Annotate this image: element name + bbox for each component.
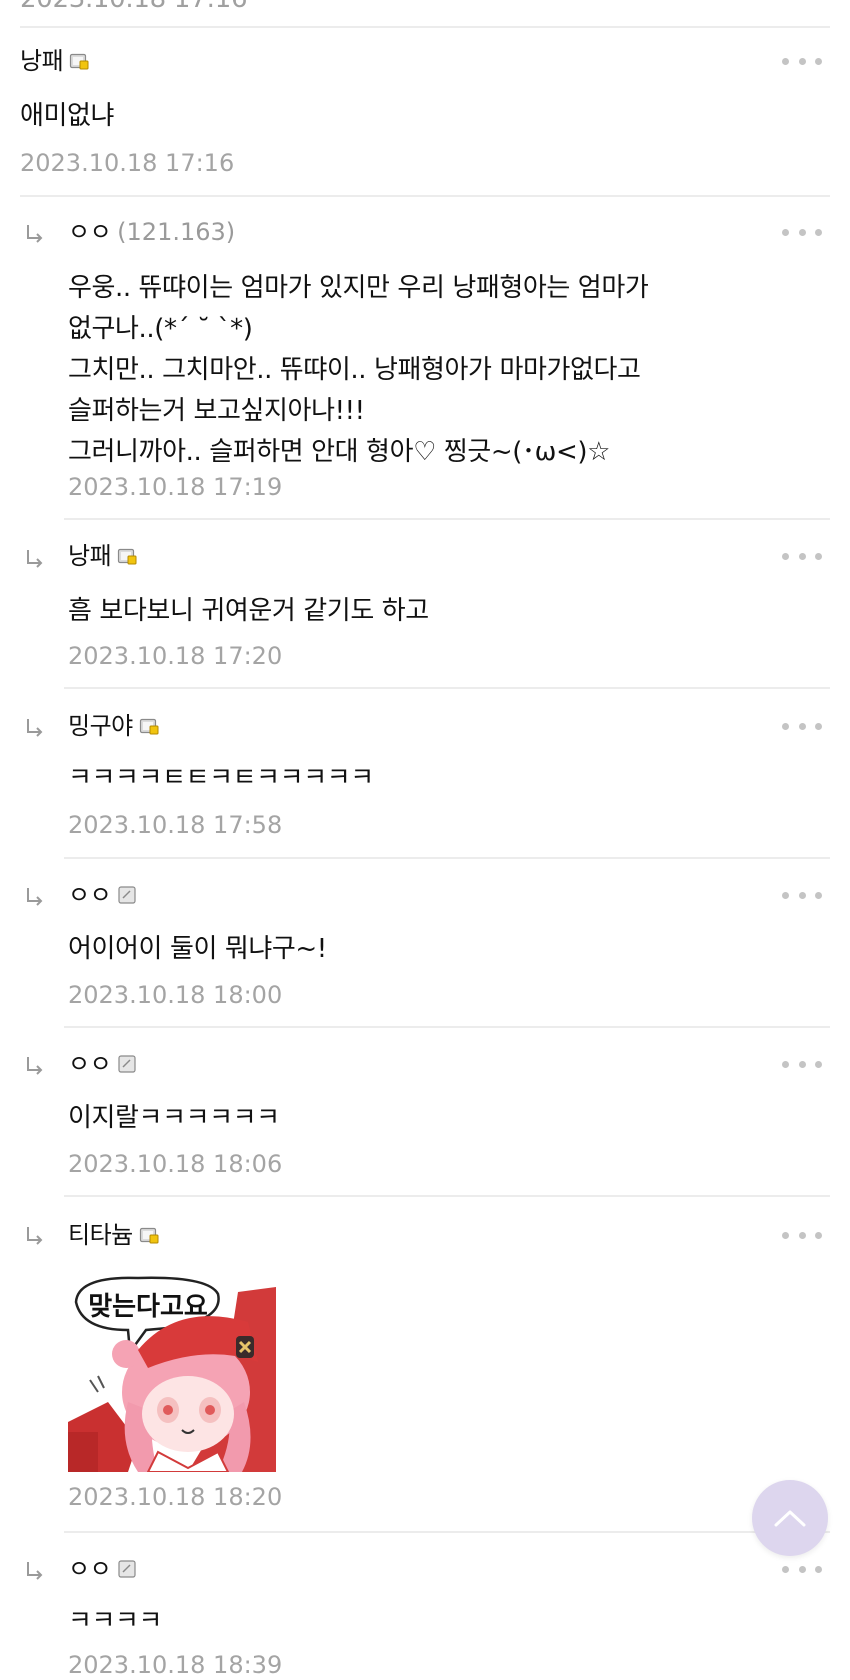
comment-date: 2023.10.18 18:00 [68,981,283,1009]
reply-arrow-icon [27,888,43,906]
more-options-icon[interactable] [782,1563,822,1575]
reply-arrow-icon [27,1562,43,1580]
chevron-up-icon [774,1510,806,1527]
comment-header: 낭패 [20,45,89,77]
comment-text: 어이어이 둘이 뭐냐구~! [68,934,327,964]
comment-header: 밍구야 [68,710,159,742]
previous-comment-date: 2023.10.18 17:16 [20,0,248,14]
fixed-nick-badge-icon [118,1560,136,1578]
manager-badge-icon [70,53,89,70]
divider [64,518,830,520]
reply-arrow-icon [27,225,43,243]
divider [20,195,830,197]
anime-girl-sticker[interactable]: 맞는다고요 [68,1272,276,1472]
reply-arrow-icon [27,1227,43,1245]
fixed-nick-badge-icon [118,1055,136,1073]
sticker-caption: 맞는다고요 [88,1292,208,1322]
divider [64,687,830,689]
more-options-icon[interactable] [782,720,822,732]
reply-arrow-icon [27,550,43,568]
comment-text: 이지랄ㅋㅋㅋㅋㅋㅋ [68,1103,280,1133]
comment-date: 2023.10.18 18:39 [68,1651,283,1679]
comment-author[interactable]: ㅇㅇ [68,1048,112,1080]
more-options-icon[interactable] [782,889,822,901]
more-options-icon[interactable] [782,550,822,562]
more-options-icon[interactable] [782,226,822,238]
comment-author[interactable]: ㅇㅇ [68,879,112,911]
comment-header: 낭패 [68,540,137,572]
comment-author[interactable]: 낭패 [68,540,112,572]
reply-arrow-icon [27,719,43,737]
more-options-icon[interactable] [782,1229,822,1241]
comment-author[interactable]: ㅇㅇ [68,1553,112,1585]
divider [64,857,830,859]
comment-header: ㅇㅇ [68,1048,137,1080]
comment-text: 흠 보다보니 귀여운거 같기도 하고 [68,596,429,626]
comment-date: 2023.10.18 18:06 [68,1150,283,1178]
scroll-to-top-button[interactable] [752,1480,828,1556]
more-options-icon[interactable] [782,1058,822,1070]
divider [64,1195,830,1197]
comment-date: 2023.10.18 17:19 [68,473,283,501]
comment-date: 2023.10.18 17:16 [20,149,235,177]
comment-date: 2023.10.18 17:58 [68,811,283,839]
comment-date: 2023.10.18 18:20 [68,1483,283,1511]
comment-header: ㅇㅇ (121.163) [68,216,235,248]
comment-header: ㅇㅇ [68,879,137,911]
divider [64,1026,830,1028]
comment-author[interactable]: 티타늄 [68,1219,133,1251]
manager-badge-icon [139,718,159,735]
comment-text: ㅋㅋㅋㅋㅌㅌㅋㅌㅋㅋㅋㅋㅋ [68,763,374,793]
comment-date: 2023.10.18 17:20 [68,642,283,670]
manager-badge-icon [139,1227,159,1244]
divider [64,1531,830,1533]
comment-author[interactable]: 낭패 [20,45,64,77]
comment-ip: (121.163) [117,218,236,246]
reply-arrow-icon [27,1057,43,1075]
comment-header: 티타늄 [68,1219,159,1251]
comment-text: 우웅.. 뜌땨이는 엄마가 있지만 우리 낭패형아는 엄마가 없구나..(*´ … [68,273,649,467]
comment-text: 애미없냐 [20,101,115,131]
more-options-icon[interactable] [782,55,822,67]
comment-text: ㅋㅋㅋㅋ [68,1606,163,1636]
comment-author[interactable]: 밍구야 [68,710,133,742]
fixed-nick-badge-icon [118,886,136,904]
manager-badge-icon [118,548,137,565]
divider [20,26,830,28]
comment-author[interactable]: ㅇㅇ [68,216,112,248]
comment-header: ㅇㅇ [68,1553,137,1585]
